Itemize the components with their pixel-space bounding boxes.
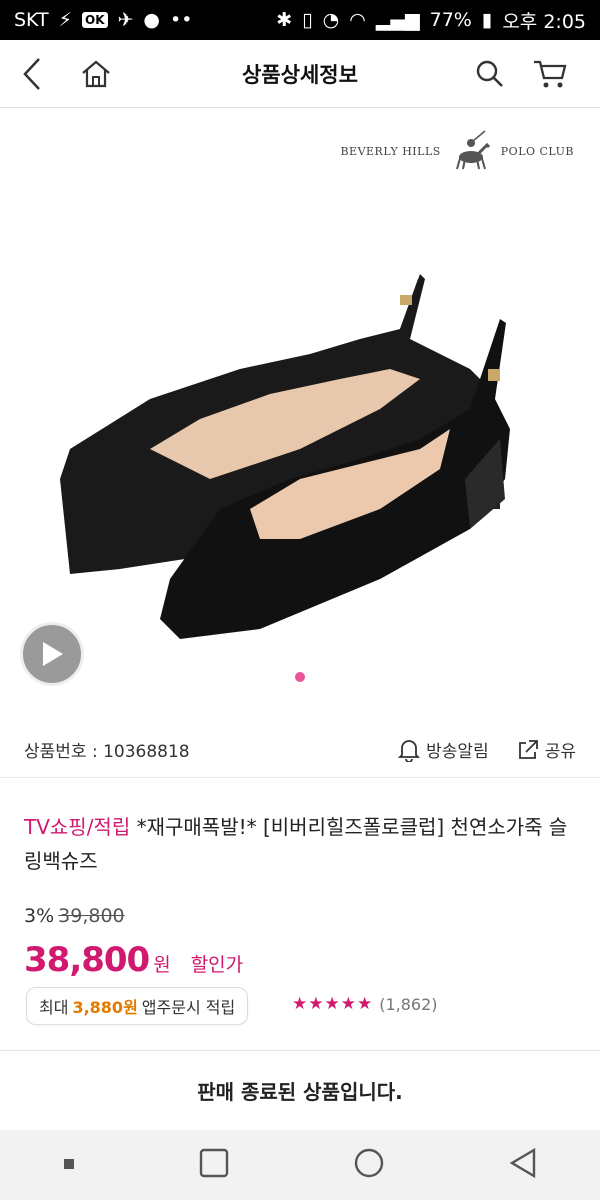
points-suffix: 앱주문시 적립 [141, 998, 236, 1017]
discount-rate: 3% [24, 905, 55, 927]
bluetooth-icon: ✱ [276, 9, 293, 31]
circle-icon [354, 1148, 383, 1178]
polo-horse-icon [455, 130, 490, 170]
app-notification-icon: ✈ [117, 9, 134, 31]
recents-dot-button[interactable] [62, 1156, 76, 1175]
alarm-icon: ◔ [322, 9, 340, 31]
ok-cashbag-badge: OK [82, 12, 108, 28]
broadcast-alert-label: 방송알림 [426, 742, 489, 762]
discount-price-label: 할인가 [190, 954, 244, 976]
rating-summary[interactable]: ★★★★★ (1,862) [292, 994, 438, 1014]
home-system-button[interactable] [353, 1147, 385, 1183]
product-meta-row: 상품번호 : 10368818 방송알림 공유 [0, 722, 600, 778]
search-button[interactable] [470, 54, 510, 94]
star-rating-icon: ★★★★★ [292, 994, 374, 1014]
carrier-label: SKT [14, 9, 49, 31]
review-count: (1,862) [379, 994, 438, 1014]
product-photo [60, 274, 510, 639]
product-image-carousel[interactable]: BEVERLY HILLS POLO CLUB [0, 109, 600, 719]
share-button[interactable]: 공유 [517, 737, 576, 762]
chevron-left-icon [23, 58, 40, 90]
triangle-back-icon [509, 1147, 536, 1179]
sale-price: 38,800 [24, 940, 150, 980]
home-icon [82, 60, 110, 88]
play-icon [43, 642, 63, 666]
cell-signal-icon: ▂▄▆ [375, 9, 420, 31]
app-header: 상품상세정보 [0, 40, 600, 108]
video-play-button[interactable] [20, 622, 84, 686]
share-icon [518, 739, 538, 759]
currency-unit: 원 [153, 954, 171, 976]
brand-name-right: POLO CLUB [500, 144, 574, 158]
sold-out-notice: 판매 종료된 상품입니다. [197, 1080, 403, 1104]
overview-button[interactable] [199, 1148, 229, 1182]
vibrate-icon: ▯ [302, 9, 313, 31]
cart-button[interactable] [530, 54, 570, 94]
points-prefix: 최대 [39, 998, 69, 1017]
product-name: TV쇼핑/적립 *재구매폭발!* [비버리힐즈폴로클럽] 천연소가죽 슬링백슈즈 [24, 810, 576, 878]
points-badge: 최대 3,880원 앱주문시 적립 [26, 987, 249, 1025]
clock: 오후 2:05 [502, 10, 586, 33]
original-price-row: 3% 39,800 [24, 905, 125, 927]
system-nav-bar [0, 1130, 600, 1200]
status-bar: SKT ⚡ OK ✈ ● •• ✱ ▯ ◔ ◠ ▂▄▆ 77% ▮ 오후 2:0… [0, 0, 600, 40]
more-notifications-icon: •• [170, 9, 193, 31]
chat-icon: ● [143, 9, 161, 31]
bell-icon [398, 739, 421, 762]
section-divider [0, 1050, 600, 1051]
back-button[interactable] [12, 54, 52, 94]
brand-name-left: BEVERLY HILLS [340, 144, 441, 158]
cart-icon [534, 60, 567, 88]
square-icon [200, 1148, 229, 1178]
product-number: 상품번호 : 10368818 [24, 742, 190, 762]
points-value: 3,880원 [72, 998, 138, 1017]
sale-price-row: 38,800 원 할인가 [24, 940, 243, 980]
search-icon [476, 60, 503, 87]
wifi-icon: ◠ [349, 9, 366, 31]
signal-sync-icon: ⚡ [58, 9, 72, 31]
product-category-tag[interactable]: TV쇼핑/적립 [24, 815, 130, 839]
share-label: 공유 [544, 742, 576, 762]
carousel-indicator-dot[interactable] [295, 672, 305, 682]
dot-icon [63, 1158, 74, 1169]
brand-logo: BEVERLY HILLS POLO CLUB [340, 129, 574, 173]
original-price: 39,800 [58, 905, 125, 927]
battery-icon: ▮ [481, 9, 493, 31]
back-system-button[interactable] [508, 1147, 538, 1183]
battery-percent: 77% [429, 9, 472, 31]
broadcast-alert-button[interactable]: 방송알림 [398, 737, 489, 762]
home-button[interactable] [76, 54, 116, 94]
